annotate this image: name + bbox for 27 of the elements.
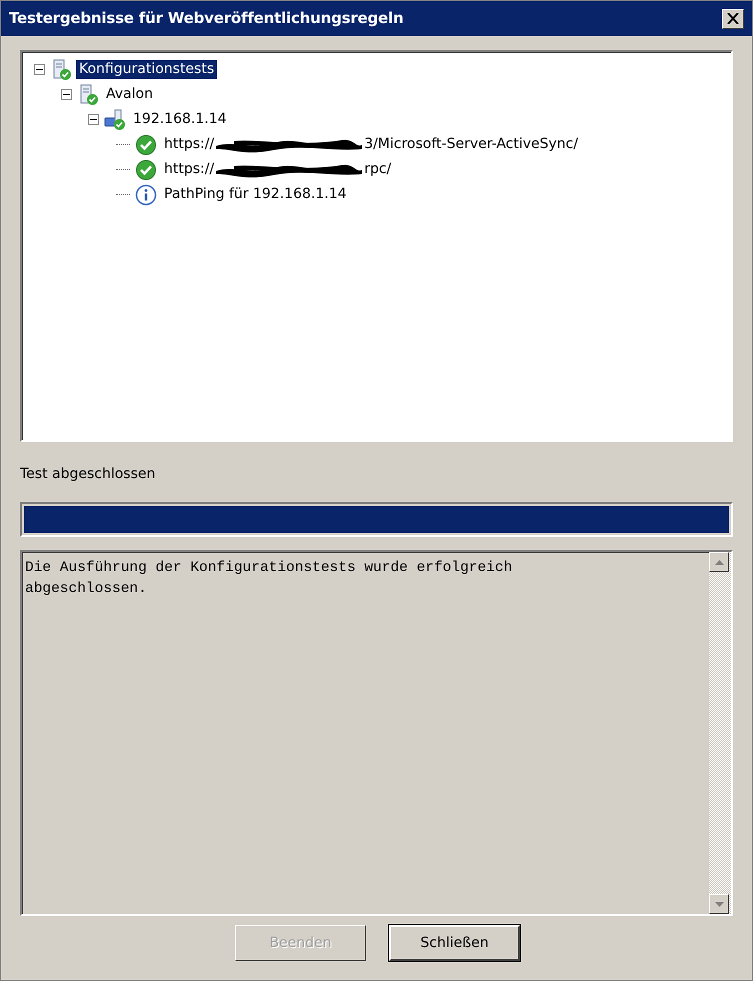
status-label: Test abgeschlossen (20, 465, 156, 484)
scroll-up-button[interactable] (709, 552, 729, 572)
close-button[interactable] (722, 8, 744, 28)
close-dialog-button[interactable]: Schließen (389, 925, 520, 961)
minus-icon (63, 91, 70, 98)
tree-item[interactable]: PathPing für 192.168.1.14 (161, 185, 350, 204)
check-icon (135, 158, 157, 180)
minus-icon (90, 116, 97, 123)
tree-item[interactable]: Avalon (103, 85, 156, 104)
scrollbar[interactable] (709, 552, 731, 914)
collapse-button[interactable] (34, 64, 45, 75)
collapse-button[interactable] (88, 114, 99, 125)
minus-icon (36, 66, 43, 73)
tree-item[interactable]: https:// rpc/ (161, 160, 394, 179)
tree-item[interactable]: 192.168.1.14 (130, 110, 230, 129)
log-text: Die Ausführung der Konfigurationstests wurde erfolgreich abgeschlossen. (24, 559, 514, 599)
computer-check-icon (104, 108, 126, 130)
collapse-button[interactable] (61, 89, 72, 100)
tree-item[interactable]: https:// 3/Microsoft-Server-ActiveSync/ (161, 135, 582, 154)
tree-item[interactable]: Konfigurationstests (76, 60, 218, 79)
window-title: Testergebnisse für Webveröffentlichungsregeln (9, 8, 404, 30)
info-icon (135, 184, 157, 206)
up-arrow-icon (714, 560, 724, 564)
scroll-down-button[interactable] (709, 894, 729, 914)
close-icon (727, 13, 739, 24)
down-arrow-icon (714, 902, 724, 906)
check-icon (135, 134, 157, 156)
